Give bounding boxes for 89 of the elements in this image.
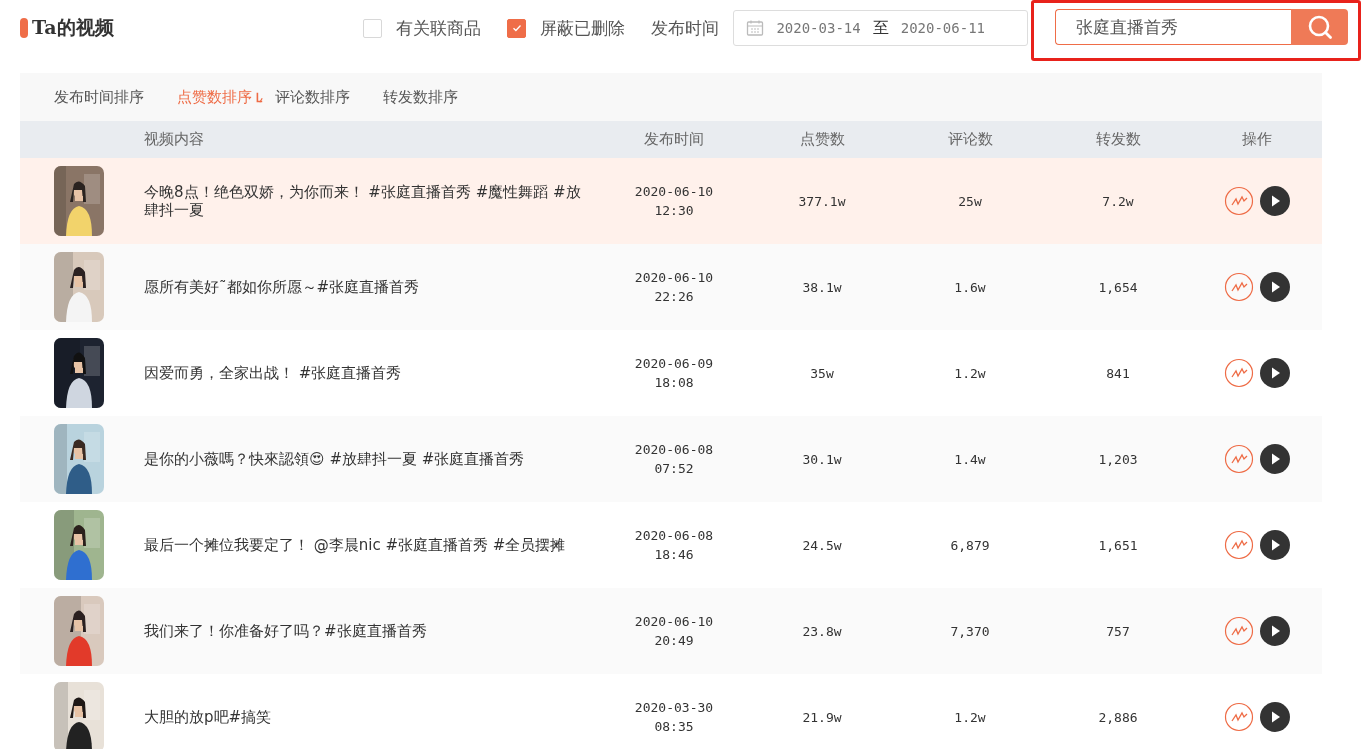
shares-count: 1,203 [1097, 451, 1139, 467]
column-header: 点赞数 [798, 130, 846, 149]
sort-tab[interactable]: 转发数排序 [383, 87, 458, 107]
calendar-icon [746, 19, 765, 37]
video-description: 大胆的放p吧#搞笑 [143, 708, 273, 726]
comments-count: 1.4w [953, 451, 987, 467]
search-icon [1306, 14, 1333, 40]
sort-tab[interactable]: 评论数排序 [275, 87, 350, 107]
sort-down-icon [255, 90, 263, 104]
video-description: 最后一个摊位我要定了！ @李晨nic #张庭直播首秀 #全员摆摊 [143, 536, 567, 554]
comments-count: 25w [957, 193, 983, 209]
likes-count: 38.1w [801, 279, 843, 295]
trend-icon [1224, 272, 1254, 302]
trend-button[interactable] [1224, 444, 1254, 474]
publish-time: 2020-06-10 20:49 [633, 613, 715, 650]
likes-count: 24.5w [801, 537, 843, 553]
trend-icon [1224, 530, 1254, 560]
trend-button[interactable] [1224, 272, 1254, 302]
checkbox[interactable] [507, 18, 527, 38]
play-icon [1260, 358, 1290, 388]
shares-count: 2,886 [1097, 709, 1139, 725]
publish-time: 2020-06-10 22:26 [633, 269, 715, 306]
date-label: 发布时间 [651, 16, 720, 40]
table-row[interactable]: 愿所有美好˜都如你所愿～#张庭直播首秀 2020-06-10 22:26 38.1w 1.6w 1,654 [20, 244, 1322, 330]
column-header: 视频内容 [143, 130, 205, 149]
trend-button[interactable] [1224, 530, 1254, 560]
play-icon [1260, 444, 1290, 474]
play-icon [1260, 186, 1290, 216]
comments-count: 1.6w [953, 279, 987, 295]
play-button[interactable] [1260, 186, 1290, 216]
table-row[interactable]: 今晚8点！绝色双娇，为你而来！ #张庭直播首秀 #魔性舞蹈 #放肆抖一夏 2020-06-10 12:30 377.1w 25w 7.2w [20, 158, 1322, 244]
trend-button[interactable] [1224, 186, 1254, 216]
shares-count: 7.2w [1101, 193, 1135, 209]
comments-count: 1.2w [953, 709, 987, 725]
section-title: Ta的视频 [32, 15, 114, 40]
likes-count: 23.8w [801, 623, 843, 639]
play-button[interactable] [1260, 702, 1290, 732]
play-button[interactable] [1260, 616, 1290, 646]
likes-count: 21.9w [801, 709, 843, 725]
search-field[interactable]: 张庭直播首秀 [1055, 9, 1291, 45]
column-header: 发布时间 [643, 130, 705, 149]
column-header: 操作 [1241, 130, 1273, 149]
publish-time: 2020-06-10 12:30 [633, 183, 715, 220]
play-icon [1260, 530, 1290, 560]
video-description: 今晚8点！绝色双娇，为你而来！ #张庭直播首秀 #魔性舞蹈 #放肆抖一夏 [143, 183, 582, 219]
trend-icon [1224, 702, 1254, 732]
shares-count: 757 [1105, 623, 1131, 639]
play-button[interactable] [1260, 272, 1290, 302]
filter-checkbox[interactable]: 有关联商品 [363, 16, 482, 40]
trend-button[interactable] [1224, 702, 1254, 732]
shares-count: 1,651 [1097, 537, 1139, 553]
likes-count: 377.1w [797, 193, 847, 209]
column-header: 转发数 [1094, 130, 1142, 149]
publish-time: 2020-03-30 08:35 [633, 699, 715, 736]
shares-count: 1,654 [1097, 279, 1139, 295]
comments-count: 1.2w [953, 365, 987, 381]
publish-time: 2020-06-08 18:46 [633, 527, 715, 564]
table-row[interactable]: 是你的小薇嗎？快來認領😍 #放肆抖一夏 #张庭直播首秀 2020-06-08 07:52 30.1w 1.4w 1,203 [20, 416, 1322, 502]
trend-icon [1224, 186, 1254, 216]
likes-count: 30.1w [801, 451, 843, 467]
video-description: 我们来了！你准备好了吗？#张庭直播首秀 [143, 622, 428, 640]
trend-button[interactable] [1224, 358, 1254, 388]
publish-time: 2020-06-08 07:52 [633, 441, 715, 478]
likes-count: 35w [809, 365, 835, 381]
check-icon [510, 22, 523, 34]
trend-button[interactable] [1224, 616, 1254, 646]
publish-time: 2020-06-09 18:08 [633, 355, 715, 392]
search-button[interactable] [1291, 9, 1348, 45]
column-header: 评论数 [946, 130, 994, 149]
comments-count: 6,879 [949, 537, 991, 553]
play-icon [1260, 272, 1290, 302]
video-description: 因爱而勇，全家出战！ #张庭直播首秀 [143, 364, 403, 382]
sort-tab[interactable]: 发布时间排序 [54, 87, 144, 107]
play-button[interactable] [1260, 530, 1290, 560]
video-description: 愿所有美好˜都如你所愿～#张庭直播首秀 [143, 278, 421, 296]
table-row[interactable]: 我们来了！你准备好了吗？#张庭直播首秀 2020-06-10 20:49 23.8w 7,370 757 [20, 588, 1322, 674]
play-icon [1260, 702, 1290, 732]
date-range-field[interactable]: 2020-03-14 至 2020-06-11 [733, 10, 1028, 46]
filter-checkbox[interactable]: 屏蔽已删除 [507, 16, 626, 40]
play-icon [1260, 616, 1290, 646]
title-marker [20, 18, 28, 38]
trend-icon [1224, 444, 1254, 474]
trend-icon [1224, 358, 1254, 388]
trend-icon [1224, 616, 1254, 646]
video-description: 是你的小薇嗎？快來認領😍 #放肆抖一夏 #张庭直播首秀 [143, 450, 526, 468]
play-button[interactable] [1260, 358, 1290, 388]
comments-count: 7,370 [949, 623, 991, 639]
play-button[interactable] [1260, 444, 1290, 474]
shares-count: 841 [1105, 365, 1131, 381]
